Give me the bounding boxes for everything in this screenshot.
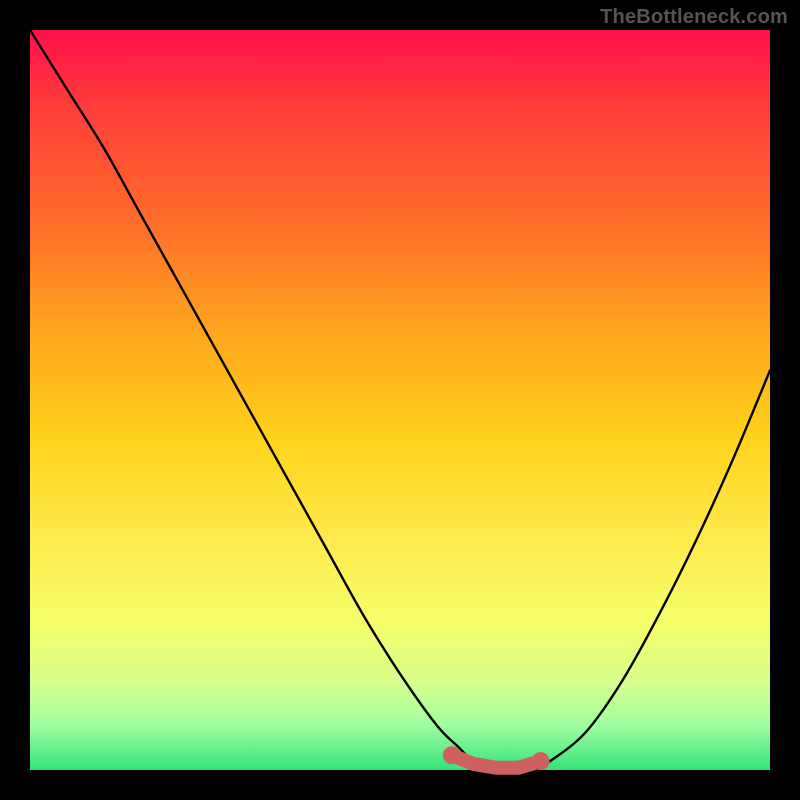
optimum-dot (443, 746, 461, 764)
optimum-markers (443, 746, 550, 770)
plot-area (30, 30, 770, 770)
chart-frame: TheBottleneck.com (0, 0, 800, 800)
watermark-text: TheBottleneck.com (600, 6, 788, 29)
curve-path (30, 30, 770, 771)
optimum-band (452, 755, 541, 768)
bottleneck-curve (30, 30, 770, 770)
optimum-dot (532, 752, 550, 770)
